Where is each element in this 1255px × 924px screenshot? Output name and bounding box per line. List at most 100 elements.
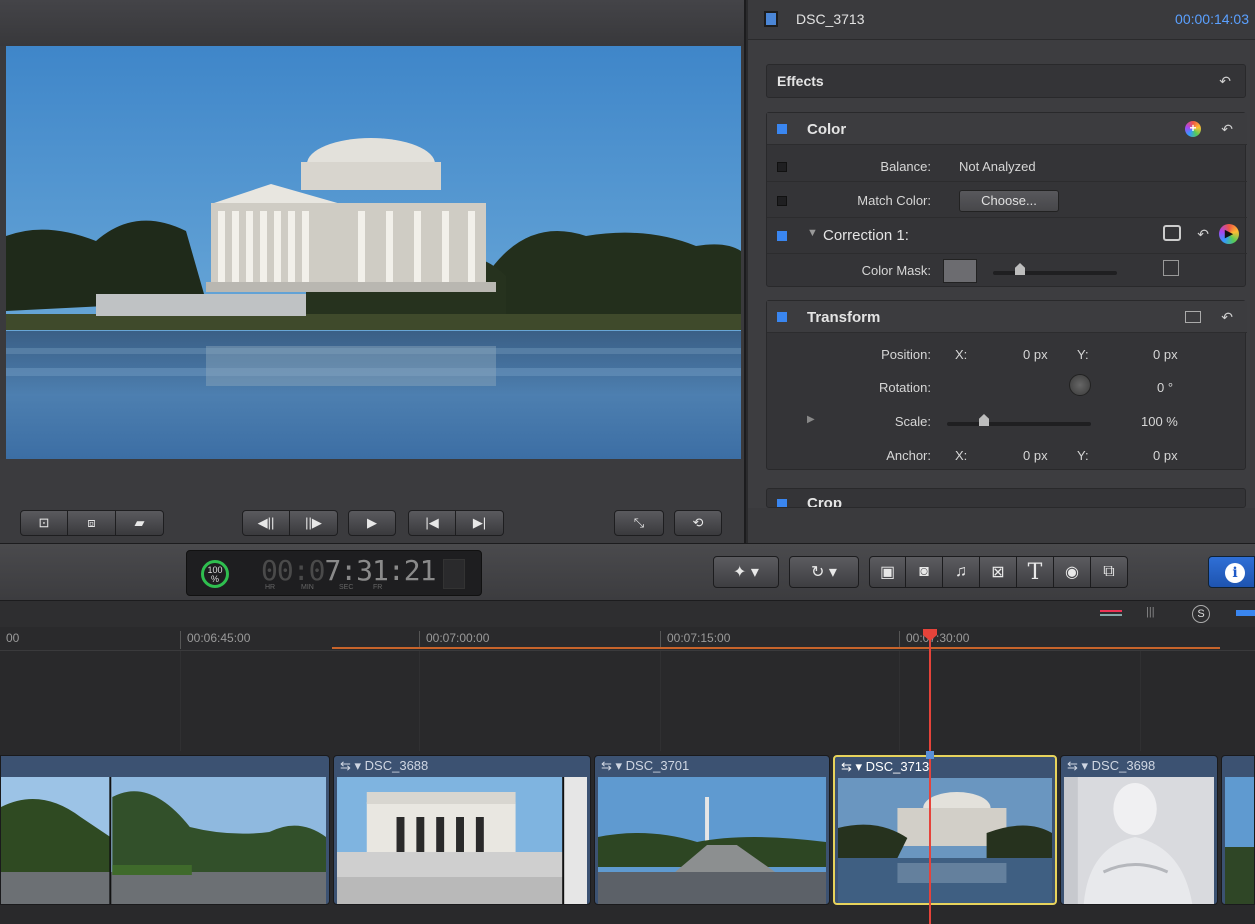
main-toolbar: 100% 00:07:31:21 HR MIN SEC FR ✦ ▾ ↻ ▾ ▣… — [0, 543, 1255, 601]
color-board-arrow-icon[interactable]: ▶ — [1219, 224, 1239, 244]
add-mask-icon[interactable] — [1163, 225, 1181, 241]
play-icon[interactable]: ▶ — [348, 510, 396, 536]
transform-onscreen-icon[interactable] — [1185, 311, 1201, 323]
transform-enable-checkbox[interactable] — [777, 312, 787, 322]
rotation-label: Rotation: — [878, 380, 931, 395]
clip-name: ⇆ ▾ DSC_3713 — [841, 759, 930, 774]
inspector-header: DSC_3713 00:00:14:03 — [748, 0, 1255, 40]
themes-icon[interactable]: ⧉ — [1091, 556, 1128, 588]
go-to-end-icon[interactable]: ▶| — [456, 510, 504, 536]
choose-button[interactable]: Choose... — [959, 190, 1059, 212]
retime-icon[interactable]: ↻ ▾ — [789, 556, 859, 588]
transform-reset-icon[interactable]: ↶ — [1221, 309, 1233, 326]
selected-range-bar[interactable] — [332, 647, 1220, 649]
background-tasks-indicator[interactable]: 100% — [201, 560, 229, 588]
audio-meter-icon[interactable] — [443, 559, 465, 589]
clip-browser-icon[interactable]: ▣ — [869, 556, 906, 588]
position-y-value[interactable]: 0 px — [1153, 347, 1178, 362]
clip-name: ⇆ ▾ DSC_3701 — [601, 758, 690, 773]
ruler-tick: 00 — [6, 631, 20, 645]
match-color-checkbox[interactable] — [777, 196, 787, 206]
color-enable-checkbox[interactable] — [777, 124, 787, 134]
anchor-label: Anchor: — [886, 448, 931, 463]
previous-frame-icon[interactable]: ◀|| — [242, 510, 290, 536]
transform-tool-icon[interactable]: ⊡ — [20, 510, 68, 536]
position-y-label: Y: — [1077, 347, 1089, 362]
timeline-toolbar: ||| S — [0, 601, 1255, 627]
media-browser-group: ▣ ◙ ♫ ⊠ T ◉ ⧉ — [869, 556, 1128, 588]
balance-checkbox[interactable] — [777, 162, 787, 172]
balance-value: Not Analyzed — [959, 159, 1036, 174]
eyedropper-icon[interactable] — [1163, 260, 1179, 276]
fullscreen-icon[interactable]: ⤡ — [614, 510, 664, 536]
color-section-header: Color + ↶ — [767, 113, 1247, 145]
color-mask-slider[interactable] — [993, 271, 1117, 275]
position-x-label: X: — [955, 347, 968, 362]
transitions-icon[interactable]: ⊠ — [980, 556, 1017, 588]
transform-title: Transform — [807, 309, 881, 326]
enhancements-icon[interactable]: ✦ ▾ — [713, 556, 779, 588]
timeline-clip[interactable]: ⇆ ▾ DSC_3701 — [594, 755, 830, 905]
timeline-clip[interactable] — [0, 755, 330, 905]
scale-value[interactable]: 100 % — [1141, 414, 1178, 429]
timeline-clip-selected[interactable]: ⇆ ▾ DSC_3713 — [833, 755, 1057, 905]
timeline-clip[interactable]: ⇆ ▾ DSC_3698 — [1060, 755, 1218, 905]
effects-title: Effects — [777, 73, 824, 89]
match-color-label: Match Color: — [857, 193, 931, 208]
music-browser-icon[interactable]: ♫ — [943, 556, 980, 588]
position-label: Position: — [881, 347, 931, 362]
anchor-y-label: Y: — [1077, 448, 1089, 463]
timeline-clip[interactable]: ⇆ ▾ DSC_3688 — [333, 755, 591, 905]
correction-reset-icon[interactable]: ↶ — [1197, 226, 1209, 243]
crop-title: Crop — [807, 495, 842, 508]
percent-sign: % — [210, 574, 219, 584]
color-title: Color — [807, 121, 847, 138]
tc-label-min: MIN — [301, 584, 314, 591]
color-board-icon[interactable]: + — [1185, 121, 1201, 137]
clip-thumbnails — [1, 777, 326, 904]
balance-label: Balance: — [880, 159, 931, 174]
go-to-start-icon[interactable]: |◀ — [408, 510, 456, 536]
loop-icon[interactable]: ⟲ — [674, 510, 722, 536]
correction-disclosure-icon[interactable]: ▼ — [807, 227, 818, 239]
playhead[interactable] — [929, 630, 931, 924]
audio-skimming-icon[interactable]: ||| — [1146, 606, 1166, 620]
rotation-dial[interactable] — [1069, 374, 1091, 396]
clip-name: ⇆ ▾ DSC_3698 — [1067, 758, 1156, 773]
correction-label: Correction 1: — [823, 227, 909, 244]
play-group: ▶ — [348, 510, 396, 536]
solo-icon[interactable]: S — [1192, 605, 1210, 623]
crop-enable-checkbox[interactable] — [777, 499, 787, 507]
clip-name-text: DSC_3713 — [865, 759, 930, 774]
color-mask-slider-knob[interactable] — [1015, 263, 1025, 275]
position-x-value[interactable]: 0 px — [1023, 347, 1048, 362]
tc-label-hr: HR — [265, 584, 276, 591]
clip-thumbnails — [1064, 777, 1214, 904]
tc-label-sec: SEC — [339, 584, 354, 591]
correction-enable-checkbox[interactable] — [777, 231, 787, 241]
viewer-tool-group: ⊡ ⧈ ▰ — [20, 510, 164, 536]
photo-browser-icon[interactable]: ◙ — [906, 556, 943, 588]
next-frame-icon[interactable]: ||▶ — [290, 510, 338, 536]
clip-thumbnails — [337, 777, 587, 904]
anchor-x-value[interactable]: 0 px — [1023, 448, 1048, 463]
color-reset-icon[interactable]: ↶ — [1221, 121, 1233, 138]
rotation-value[interactable]: 0 ° — [1157, 380, 1173, 395]
scale-slider[interactable] — [947, 422, 1091, 426]
timeline-clip[interactable] — [1221, 755, 1255, 905]
color-mask-label: Color Mask: — [861, 263, 931, 278]
clip-name-text: DSC_3698 — [1091, 758, 1156, 773]
snapping-icon[interactable] — [1236, 610, 1255, 616]
inspector-toggle-button[interactable]: i — [1208, 556, 1255, 588]
effects-reset-icon[interactable]: ↶ — [1219, 73, 1231, 90]
distort-tool-icon[interactable]: ▰ — [116, 510, 164, 536]
timecode-dim-part: 00:0 — [261, 554, 325, 587]
dashboard-timecode[interactable]: 00:07:31:21 — [261, 554, 436, 587]
color-mask-swatch[interactable] — [943, 259, 977, 283]
crop-tool-icon[interactable]: ⧈ — [68, 510, 116, 536]
clip-skimming-icon[interactable] — [1100, 610, 1122, 616]
scale-slider-knob[interactable] — [979, 414, 989, 426]
titles-icon[interactable]: T — [1017, 556, 1054, 588]
anchor-y-value[interactable]: 0 px — [1153, 448, 1178, 463]
generators-icon[interactable]: ◉ — [1054, 556, 1091, 588]
